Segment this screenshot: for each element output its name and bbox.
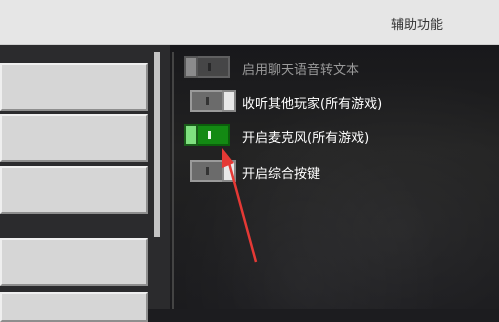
- annotation-arrow-icon: [222, 148, 258, 263]
